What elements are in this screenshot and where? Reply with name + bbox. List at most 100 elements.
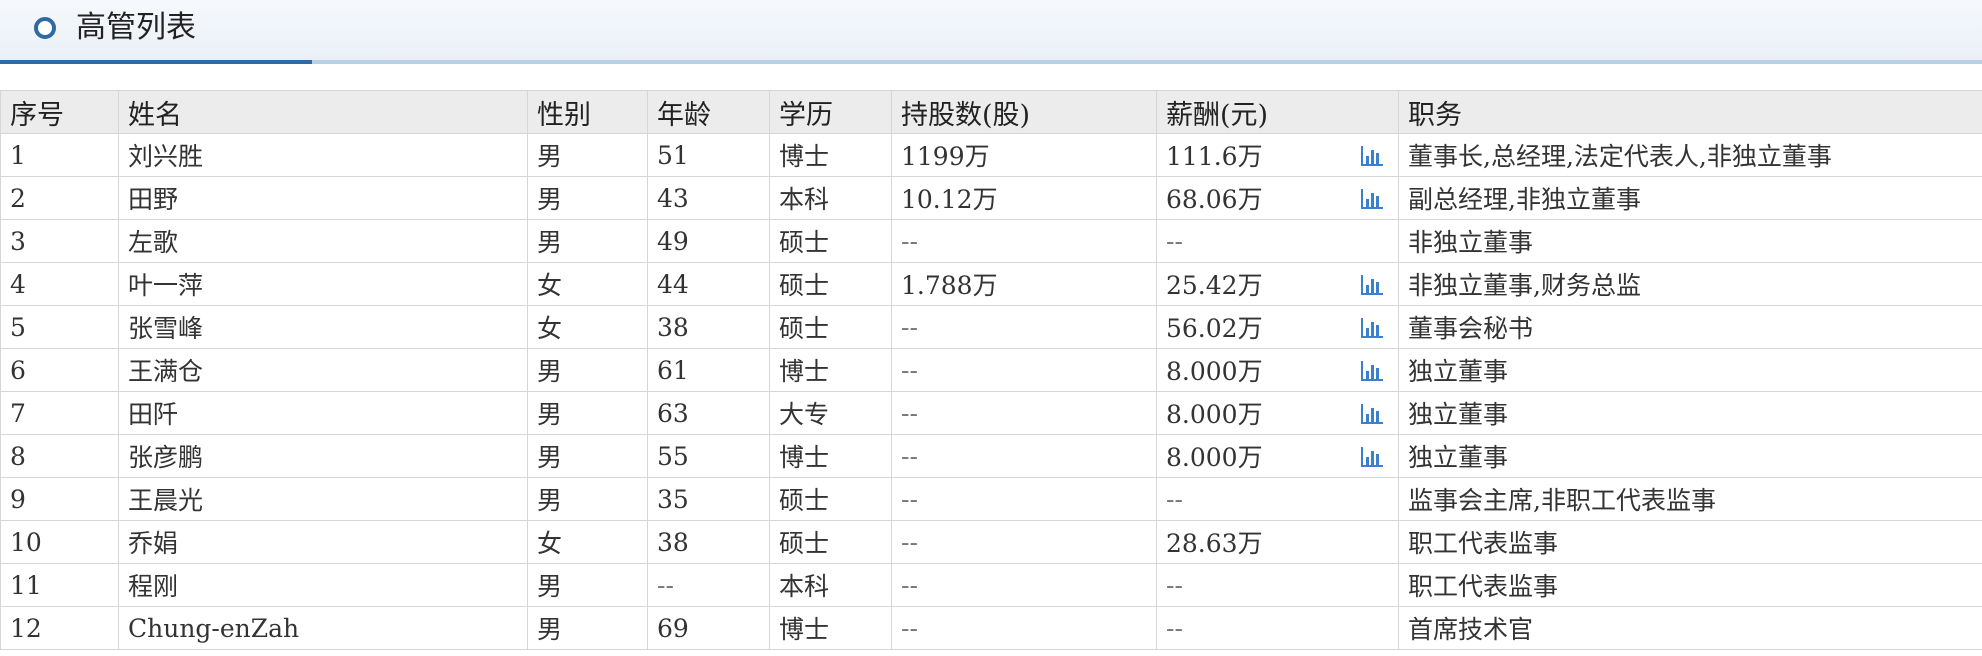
cell-name[interactable]: 张彦鹏 [118, 434, 528, 478]
cell-shares: -- [891, 477, 1157, 521]
cell-shares: -- [891, 219, 1157, 263]
cell-position: 监事会主席,非职工代表监事 [1398, 477, 1982, 521]
table-row: 11 程刚男 -- 本科 -- -- 职工代表监事 [0, 563, 1982, 607]
cell-age: 35 [647, 477, 770, 521]
salary-value: 25.42万 [1166, 271, 1263, 300]
cell-name[interactable]: 左歌 [118, 219, 528, 263]
cell-name[interactable]: Chung-enZah [118, 606, 528, 650]
cell-shares: 10.12万 [891, 176, 1157, 220]
cell-no: 7 [0, 391, 119, 435]
cell-name[interactable]: 张雪峰 [118, 305, 528, 349]
cell-age: 69 [647, 606, 770, 650]
col-header-salary[interactable]: 薪酬(元) [1156, 90, 1399, 134]
bar-chart-icon[interactable] [1360, 316, 1384, 340]
col-header-age[interactable]: 年龄 [647, 90, 770, 134]
cell-name[interactable]: 刘兴胜 [118, 133, 528, 177]
cell-no: 5 [0, 305, 119, 349]
bar-chart-icon[interactable] [1360, 273, 1384, 297]
cell-name[interactable]: 王晨光 [118, 477, 528, 521]
cell-position: 独立董事 [1398, 391, 1982, 435]
salary-value: 68.06万 [1166, 185, 1263, 214]
col-header-gender[interactable]: 性别 [527, 90, 648, 134]
cell-salary: 111.6万 [1156, 133, 1399, 177]
cell-position: 董事会秘书 [1398, 305, 1982, 349]
cell-shares: -- [891, 391, 1157, 435]
table-row: 3 左歌男 49 硕士 -- -- 非独立董事 [0, 219, 1982, 263]
cell-salary: 8.000万 [1156, 391, 1399, 435]
page: 高管列表 序号 姓名 性别 年龄 学历 持股数(股) 薪酬(元) 职务 1 刘兴… [0, 0, 1982, 656]
col-header-education[interactable]: 学历 [769, 90, 892, 134]
cell-name[interactable]: 田野 [118, 176, 528, 220]
cell-shares: -- [891, 305, 1157, 349]
bar-chart-icon[interactable] [1360, 187, 1384, 211]
cell-shares: -- [891, 520, 1157, 564]
cell-shares: -- [891, 348, 1157, 392]
cell-position: 独立董事 [1398, 434, 1982, 478]
table-row: 8 张彦鹏男 55 博士 -- 8.000万 独立董事 [0, 434, 1982, 478]
cell-education: 硕士 [769, 262, 892, 306]
cell-position: 首席技术官 [1398, 606, 1982, 650]
cell-age: 49 [647, 219, 770, 263]
table-row: 10 乔娟女 38 硕士 -- 28.63万 职工代表监事 [0, 520, 1982, 564]
cell-salary: -- [1156, 606, 1399, 650]
cell-no: 8 [0, 434, 119, 478]
salary-value: 111.6万 [1166, 142, 1263, 171]
section-header: 高管列表 [0, 0, 1982, 62]
cell-shares: -- [891, 434, 1157, 478]
cell-gender: 男 [527, 219, 648, 263]
section-title: 高管列表 [76, 10, 196, 45]
circle-bullet-icon [34, 17, 56, 39]
table-row: 2 田野男 43 本科 10.12万 68.06万 副总经理,非独立董事 [0, 176, 1982, 220]
cell-position: 副总经理,非独立董事 [1398, 176, 1982, 220]
col-header-no[interactable]: 序号 [0, 90, 119, 134]
cell-education: 博士 [769, 133, 892, 177]
cell-name[interactable]: 王满仓 [118, 348, 528, 392]
cell-education: 博士 [769, 434, 892, 478]
cell-gender: 女 [527, 262, 648, 306]
header-divider-accent [0, 60, 312, 64]
cell-salary: 28.63万 [1156, 520, 1399, 564]
col-header-name[interactable]: 姓名 [118, 90, 528, 134]
cell-no: 4 [0, 262, 119, 306]
cell-gender: 男 [527, 133, 648, 177]
cell-gender: 男 [527, 606, 648, 650]
cell-salary: 56.02万 [1156, 305, 1399, 349]
bar-chart-icon[interactable] [1360, 402, 1384, 426]
salary-value: -- [1166, 484, 1183, 514]
salary-value: -- [1166, 613, 1183, 643]
cell-salary: -- [1156, 477, 1399, 521]
cell-education: 硕士 [769, 477, 892, 521]
cell-name[interactable]: 叶一萍 [118, 262, 528, 306]
cell-salary: 8.000万 [1156, 434, 1399, 478]
cell-education: 硕士 [769, 520, 892, 564]
cell-gender: 男 [527, 563, 648, 607]
cell-name[interactable]: 田阡 [118, 391, 528, 435]
cell-education: 博士 [769, 606, 892, 650]
cell-no: 6 [0, 348, 119, 392]
bar-chart-icon[interactable] [1360, 144, 1384, 168]
col-header-position[interactable]: 职务 [1398, 90, 1982, 134]
col-header-shares[interactable]: 持股数(股) [891, 90, 1157, 134]
cell-gender: 男 [527, 391, 648, 435]
bar-chart-icon[interactable] [1360, 445, 1384, 469]
cell-education: 硕士 [769, 219, 892, 263]
executives-table-wrapper: 序号 姓名 性别 年龄 学历 持股数(股) 薪酬(元) 职务 1 刘兴胜男 51 博士… [0, 90, 1982, 650]
salary-value: 8.000万 [1166, 443, 1263, 472]
cell-salary: 68.06万 [1156, 176, 1399, 220]
cell-gender: 男 [527, 348, 648, 392]
cell-name[interactable]: 程刚 [118, 563, 528, 607]
cell-age: 44 [647, 262, 770, 306]
bar-chart-icon[interactable] [1360, 359, 1384, 383]
cell-position: 董事长,总经理,法定代表人,非独立董事 [1398, 133, 1982, 177]
salary-value: -- [1166, 570, 1183, 600]
cell-no: 12 [0, 606, 119, 650]
cell-education: 博士 [769, 348, 892, 392]
cell-age: 38 [647, 305, 770, 349]
cell-education: 本科 [769, 176, 892, 220]
cell-education: 大专 [769, 391, 892, 435]
salary-value: 56.02万 [1166, 314, 1263, 343]
cell-no: 2 [0, 176, 119, 220]
cell-age: 43 [647, 176, 770, 220]
cell-name[interactable]: 乔娟 [118, 520, 528, 564]
executives-table: 序号 姓名 性别 年龄 学历 持股数(股) 薪酬(元) 职务 1 刘兴胜男 51 博士… [0, 90, 1982, 650]
